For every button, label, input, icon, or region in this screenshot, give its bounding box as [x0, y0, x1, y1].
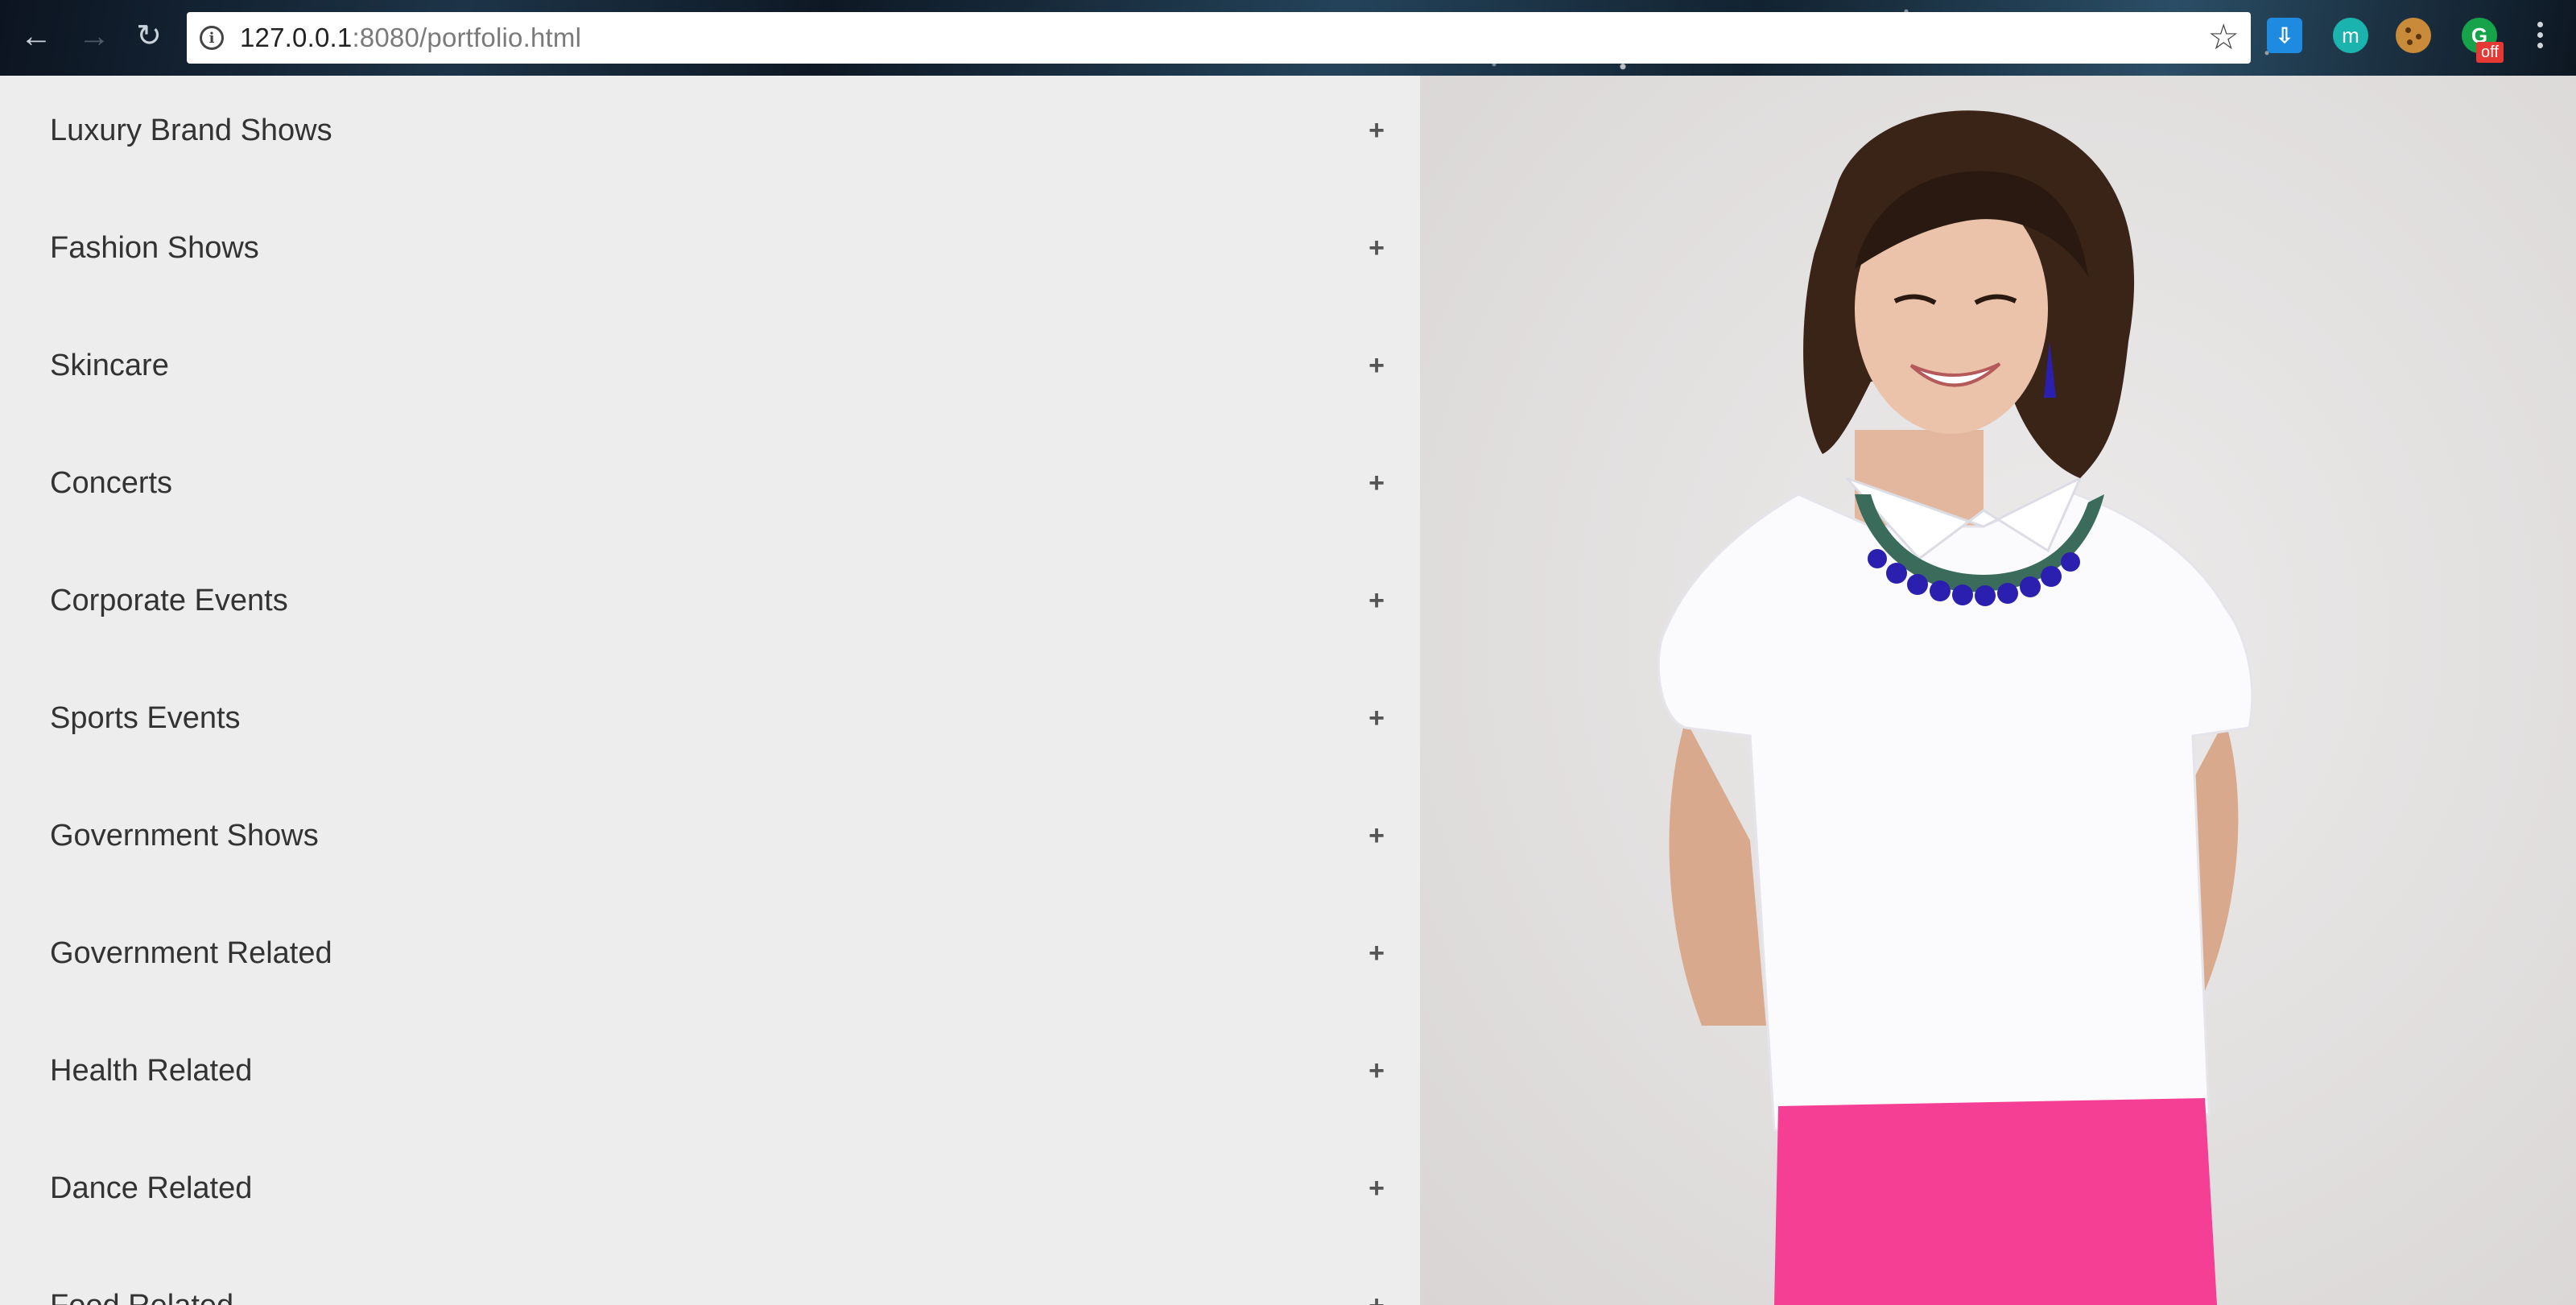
cookie-extension-icon[interactable]: [2396, 18, 2431, 53]
portfolio-accordion: Luxury Brand Shows + Fashion Shows + Ski…: [0, 76, 1420, 1305]
accordion-item-health-related[interactable]: Health Related +: [0, 1012, 1420, 1129]
accordion-item-label: Food Related: [50, 1289, 233, 1305]
site-info-icon[interactable]: i: [200, 26, 224, 50]
expand-plus-icon[interactable]: +: [1368, 703, 1385, 734]
accordion-item-luxury-brand-shows[interactable]: Luxury Brand Shows +: [0, 76, 1420, 189]
url-path: :8080/portfolio.html: [352, 23, 582, 52]
accordion-item-corporate-events[interactable]: Corporate Events +: [0, 542, 1420, 659]
portrait-illustration: [1657, 110, 2254, 1305]
accordion-item-sports-events[interactable]: Sports Events +: [0, 659, 1420, 777]
extension-off-badge: off: [2476, 42, 2504, 63]
m-extension-icon[interactable]: m: [2333, 18, 2368, 53]
bookmark-star-icon[interactable]: ☆: [2208, 19, 2240, 57]
accordion-item-label: Corporate Events: [50, 583, 288, 617]
expand-plus-icon[interactable]: +: [1368, 115, 1385, 147]
accordion-item-label: Fashion Shows: [50, 230, 259, 265]
page-content: Luxury Brand Shows + Fashion Shows + Ski…: [0, 76, 2576, 1305]
accordion-item-dance-related[interactable]: Dance Related +: [0, 1129, 1420, 1247]
browser-toolbar: ← → ↻ i 127.0.0.1:8080/portfolio.html ☆ …: [0, 0, 2576, 76]
portrait-photo: [1420, 76, 2576, 1305]
address-bar[interactable]: i 127.0.0.1:8080/portfolio.html ☆: [187, 12, 2251, 64]
expand-plus-icon[interactable]: +: [1368, 585, 1385, 617]
accordion-item-skincare[interactable]: Skincare +: [0, 307, 1420, 424]
expand-plus-icon[interactable]: +: [1368, 1291, 1385, 1305]
accordion-item-government-shows[interactable]: Government Shows +: [0, 777, 1420, 894]
expand-plus-icon[interactable]: +: [1368, 468, 1385, 499]
accordion-item-label: Skincare: [50, 348, 169, 382]
m-extension-label: m: [2342, 23, 2359, 47]
accordion-item-concerts[interactable]: Concerts +: [0, 424, 1420, 542]
pink-pants: [1774, 1098, 2217, 1305]
accordion-item-label: Health Related: [50, 1053, 253, 1088]
expand-plus-icon[interactable]: +: [1368, 1173, 1385, 1204]
expand-plus-icon[interactable]: +: [1368, 1055, 1385, 1087]
accordion-item-label: Government Shows: [50, 818, 319, 853]
expand-plus-icon[interactable]: +: [1368, 233, 1385, 264]
url-host: 127.0.0.1: [240, 23, 353, 52]
accordion-item-label: Concerts: [50, 465, 173, 500]
download-extension-icon[interactable]: ⇩: [2267, 18, 2302, 53]
accordion-item-government-related[interactable]: Government Related +: [0, 894, 1420, 1012]
expand-plus-icon[interactable]: +: [1368, 938, 1385, 969]
expand-plus-icon[interactable]: +: [1368, 350, 1385, 382]
forward-arrow-icon[interactable]: →: [72, 14, 116, 58]
accordion-item-label: Dance Related: [50, 1171, 253, 1205]
accordion-item-label: Luxury Brand Shows: [50, 113, 332, 147]
accordion-item-food-related[interactable]: Food Related +: [0, 1247, 1420, 1305]
url-text[interactable]: 127.0.0.1:8080/portfolio.html: [240, 23, 581, 53]
accordion-item-fashion-shows[interactable]: Fashion Shows +: [0, 189, 1420, 307]
accordion-item-label: Government Related: [50, 935, 332, 970]
accordion-item-label: Sports Events: [50, 700, 241, 735]
expand-plus-icon[interactable]: +: [1368, 820, 1385, 852]
reload-icon[interactable]: ↻: [127, 14, 171, 58]
browser-menu-icon[interactable]: [2528, 18, 2552, 58]
back-arrow-icon[interactable]: ←: [14, 14, 58, 58]
